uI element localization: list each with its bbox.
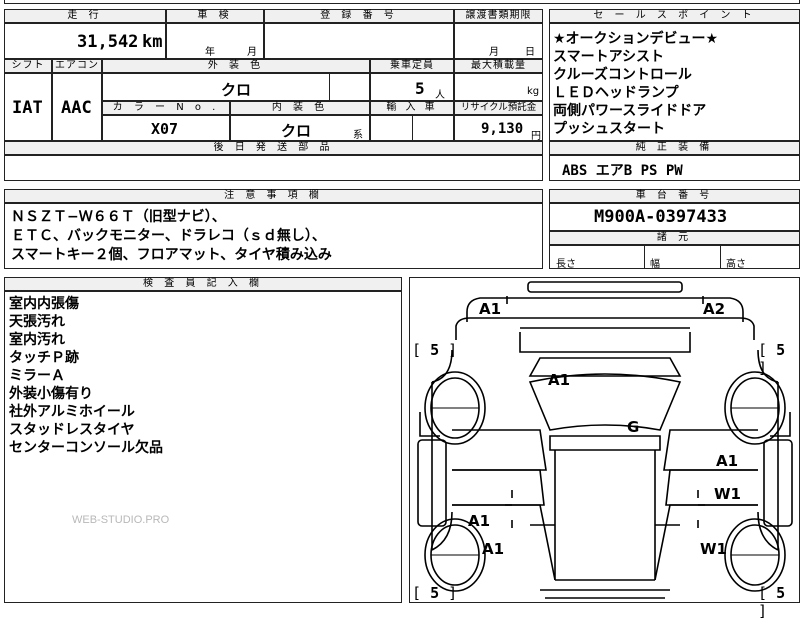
note-line: ＮＳＺＴ−Ｗ６６Ｔ（旧型ナビ）、 [11,209,226,225]
selling-point-item: クルーズコントロール [553,67,692,83]
equipment-value: ABS エアB PS PW [562,163,683,179]
mark-left-rear: A1 [482,540,505,558]
selling-point-item: ★オークションデビュー★ [553,31,719,47]
exterior-color-label: 外 装 色 [102,59,370,73]
equipment-cell: ABS エアB PS PW [549,155,800,181]
inspector-line: スタッドレスタイヤ [9,422,135,438]
selling-point-item: スマートアシスト [553,49,665,65]
later-parts-cell [4,155,543,181]
note-line: ＥＴＣ、バックモニター、ドラレコ（ｓｄ無し）、 [11,228,326,244]
car-diagram-box: [ 5 ] [ 5 ] [ 5 ] [ 5 ] A1 A2 A1 G A1 W1… [409,277,800,620]
inspection-label: 車 検 [166,9,264,23]
mark-front-left: A1 [479,300,502,318]
tire-front-left: [ 5 ] [412,341,458,359]
inspector-line: ミラーＡ [9,368,65,384]
inspection-box: 年 月 [166,23,264,59]
mark-right-rear-door: W1 [714,485,741,503]
interior-color-cell: クロ 系 [230,115,370,141]
registration-box [264,23,454,59]
mark-right-rear: W1 [700,540,727,558]
notes-box: ＮＳＺＴ−Ｗ６６Ｔ（旧型ナビ）、 ＥＴＣ、バックモニター、ドラレコ（ｓｄ無し）、… [4,203,543,269]
recycle-value: 9,130 [481,121,524,137]
inspector-line: 社外アルミホイール [9,404,135,420]
mileage-box: 31,542 km [4,23,166,59]
note-line: スマートキー２個、フロアマット、タイヤ積み込み [11,247,332,263]
max-load-label: 最大積載量 [454,59,543,73]
top-cutoff-row [4,0,800,4]
exterior-color-value: クロ [221,81,252,99]
dims-row: 長さ 幅 高さ [549,245,800,270]
shift-cell: IAT [4,73,52,141]
width-label: 幅 [650,259,660,270]
mark-hood: A1 [548,371,571,389]
length-label: 長さ [556,259,576,270]
transfer-month-unit: 月 [489,47,499,58]
recycle-unit: 円 [531,131,541,142]
tire-rear-left: [ 5 ] [412,584,458,602]
capacity-unit: 人 [435,90,445,101]
transfer-deadline-label: 譲渡書類期限 [454,9,543,23]
selling-points-label: セ ー ル ス ポ イ ン ト [549,9,800,23]
ac-cell: AAC [52,73,102,141]
chassis-label: 車 台 番 号 [549,189,800,203]
capacity-label: 乗車定員 [370,59,454,73]
inspector-box: 室内内張傷 天張汚れ 室内汚れ タッチＰ跡 ミラーＡ 外装小傷有り 社外アルミホ… [4,291,402,603]
transfer-day-unit: 日 [525,47,535,58]
load-unit: kg [527,86,540,97]
inspection-month-unit: 月 [247,47,257,58]
capacity-value: 5 [415,79,425,98]
watermark: WEB-STUDIO.PRO [72,514,170,526]
capacity-cell: 5 人 [370,73,454,101]
tire-front-right: [ 5 ] [758,341,786,377]
transfer-box: 月 日 [454,23,543,59]
exterior-color-cell: クロ [102,73,370,101]
mileage-unit: km [142,32,163,52]
mileage-value: 31,542 [77,32,139,52]
inspector-line: 室内内張傷 [9,296,79,312]
color-no-value: X07 [151,120,179,138]
import-cell [370,115,454,141]
chassis-value: M900A-0397433 [594,207,728,227]
interior-color-label: 内 装 色 [230,101,370,115]
inspector-line: タッチＰ跡 [9,350,79,366]
tire-rear-right: [ 5 ] [758,584,786,620]
import-label: 輸 入 車 [370,101,454,115]
selling-point-item: ＬＥＤヘッドランプ [553,85,679,101]
inspector-line: 天張汚れ [9,314,65,330]
interior-suffix: 系 [353,130,363,141]
car-diagram [417,281,793,599]
chassis-cell: M900A-0397433 [549,203,800,231]
inspection-year-unit: 年 [205,47,215,58]
mark-front-right: A2 [703,300,726,318]
ac-label: エアコン [52,59,102,73]
recycle-cell: 9,130 円 [454,115,543,142]
max-load-cell: kg [454,73,543,101]
selling-points-box: ★オークションデビュー★ スマートアシスト クルーズコントロール ＬＥＤヘッドラ… [549,23,800,141]
inspector-line: 外装小傷有り [9,386,93,402]
mileage-label: 走 行 [4,9,166,23]
shift-label: シフト [4,59,52,73]
later-parts-label: 後 日 発 送 部 品 [4,141,543,155]
inspector-line: 室内汚れ [9,332,65,348]
notes-label: 注 意 事 項 欄 [4,189,543,203]
interior-color-value: クロ [281,122,312,140]
inspector-label: 検 査 員 記 入 欄 [4,277,402,291]
dims-label: 諸 元 [549,231,800,245]
mark-roof: G [627,418,640,436]
selling-point-item: プッシュスタート [553,121,665,137]
shift-value: IAT [12,98,43,118]
height-label: 高さ [726,259,746,270]
ac-value: AAC [61,98,92,118]
recycle-label: リサイクル預託金 [454,101,543,115]
color-no-label: カ ラ ー N o . [102,101,230,115]
inspector-line: センターコンソール欠品 [9,440,163,456]
mark-left-rear-door: A1 [468,512,491,530]
registration-label: 登 録 番 号 [264,9,454,23]
selling-point-item: 両側パワースライドドア [553,103,707,119]
color-no-cell: X07 [102,115,230,141]
equipment-label: 純 正 装 備 [549,141,800,155]
mark-right-front-door: A1 [716,452,739,470]
